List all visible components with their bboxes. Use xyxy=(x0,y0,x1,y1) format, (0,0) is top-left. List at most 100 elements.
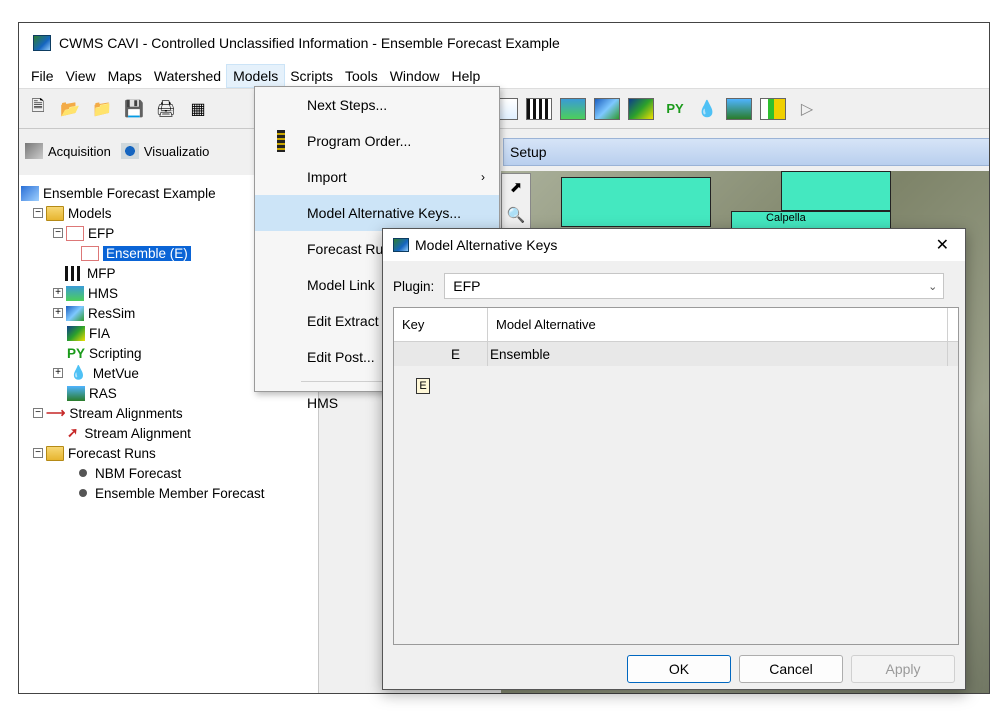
print-icon[interactable]: 🖨 xyxy=(153,96,179,122)
table-row[interactable]: E Ensemble xyxy=(394,342,958,366)
tab-visualization-label: Visualizatio xyxy=(143,143,210,159)
menu-item-import[interactable]: Import › xyxy=(255,159,499,195)
folder-icon[interactable]: 📁 xyxy=(89,96,115,122)
map-region xyxy=(561,177,711,227)
expand-toggle-icon[interactable]: + xyxy=(53,288,63,298)
collapse-toggle-icon[interactable]: − xyxy=(33,408,43,418)
play-icon[interactable]: ▷ xyxy=(794,96,820,122)
hms-icon xyxy=(66,285,84,301)
tree-ensemble-member-forecast[interactable]: Ensemble Member Forecast xyxy=(19,483,318,503)
tree-forecast-runs[interactable]: − Forecast Runs xyxy=(19,443,318,463)
menu-file[interactable]: File xyxy=(25,65,60,87)
stream-alignments-icon: ⟶ xyxy=(46,405,66,420)
tab-acquisition-label: Acquisition xyxy=(48,143,111,159)
plugin-select[interactable]: EFP ⌄ xyxy=(444,273,945,299)
menu-item-label: HMS xyxy=(307,395,339,411)
menu-tools[interactable]: Tools xyxy=(339,65,384,87)
ok-button[interactable]: OK xyxy=(627,655,731,683)
folder-icon xyxy=(46,445,64,461)
tree-stream-alignment-label: Stream Alignment xyxy=(84,425,191,441)
menu-item-program-order[interactable]: Program Order... xyxy=(255,123,499,159)
tree-metvue-label: MetVue xyxy=(92,365,139,381)
tree-efp-label: EFP xyxy=(88,225,115,241)
open-icon[interactable]: 📂 xyxy=(57,96,83,122)
apply-button[interactable]: Apply xyxy=(851,655,955,683)
fia-plugin-icon[interactable] xyxy=(628,97,654,120)
menu-watershed[interactable]: Watershed xyxy=(148,65,227,87)
app-icon xyxy=(33,35,51,51)
magnifier-chart-icon xyxy=(120,143,139,159)
menu-window[interactable]: Window xyxy=(384,65,446,87)
satellite-icon xyxy=(25,143,43,159)
dialog-title: Model Alternative Keys xyxy=(415,237,558,253)
collapse-toggle-icon[interactable]: − xyxy=(33,448,43,458)
menu-item-next-steps[interactable]: Next Steps... xyxy=(255,87,499,123)
keys-table: Key Model Alternative E Ensemble E xyxy=(393,307,959,645)
tree-fia-label: FIA xyxy=(89,325,111,341)
cell-alternative[interactable]: Ensemble xyxy=(488,342,948,366)
chart-plugin-icon[interactable] xyxy=(760,97,786,120)
plugin-selected-value: EFP xyxy=(453,278,481,294)
new-icon[interactable]: 🗎 xyxy=(25,96,51,122)
menu-item-label: Program Order... xyxy=(307,133,412,149)
menu-scripts[interactable]: Scripts xyxy=(284,65,339,87)
menu-models[interactable]: Models xyxy=(226,63,286,88)
save-icon[interactable]: 💾 xyxy=(121,96,147,122)
setup-label: Setup xyxy=(510,144,547,160)
menu-maps[interactable]: Maps xyxy=(102,65,148,87)
menu-item-label: Model Link xyxy=(307,277,375,293)
tree-nbm-forecast[interactable]: NBM Forecast xyxy=(19,463,318,483)
metvue-plugin-icon[interactable]: 💧 xyxy=(694,96,720,122)
hms-plugin-icon[interactable] xyxy=(560,97,586,120)
study-icon xyxy=(21,185,39,201)
forecast-run-icon xyxy=(79,469,87,477)
scripting-plugin-icon[interactable]: PY xyxy=(662,96,688,122)
column-header-model-alternative[interactable]: Model Alternative xyxy=(488,308,948,341)
network-icon[interactable]: ▦ xyxy=(185,96,211,122)
tab-acquisition[interactable]: Acquisition xyxy=(25,143,111,159)
menu-item-label: Next Steps... xyxy=(307,97,388,113)
plugin-label: Plugin: xyxy=(393,278,435,294)
dialog-title-bar[interactable]: Model Alternative Keys ✕ xyxy=(383,229,965,261)
collapse-toggle-icon[interactable]: − xyxy=(53,228,63,238)
ras-plugin-icon[interactable] xyxy=(726,97,752,120)
setup-tab-bar[interactable]: Setup xyxy=(503,138,989,166)
cell-key[interactable]: E xyxy=(394,342,488,366)
close-icon[interactable]: ✕ xyxy=(936,235,949,255)
fia-icon xyxy=(67,325,85,341)
zoom-icon[interactable]: 🔍 xyxy=(502,202,530,230)
stream-alignment-icon: ➚ xyxy=(67,425,79,440)
menu-view[interactable]: View xyxy=(60,65,102,87)
menu-item-label: Import xyxy=(307,169,347,185)
tree-root-label: Ensemble Forecast Example xyxy=(43,185,216,201)
dialog-buttons: OK Cancel Apply xyxy=(619,655,955,683)
expand-toggle-icon[interactable]: + xyxy=(53,308,63,318)
tree-ras-label: RAS xyxy=(89,385,117,401)
folder-icon xyxy=(46,205,64,221)
tree-models-label: Models xyxy=(68,205,112,221)
map-region xyxy=(781,171,891,211)
tab-visualization[interactable]: Visualizatio xyxy=(120,143,210,159)
plugin-row: Plugin: EFP ⌄ xyxy=(393,273,945,299)
mfp-plugin-icon[interactable] xyxy=(526,97,552,120)
menu-bar: File View Maps Watershed Models Scripts … xyxy=(19,63,989,89)
tree-stream-alignment[interactable]: ➚ Stream Alignment xyxy=(19,423,318,443)
tree-ressim-label: ResSim xyxy=(88,305,136,321)
ressim-plugin-icon[interactable] xyxy=(594,97,620,120)
ressim-icon xyxy=(66,305,84,321)
tab-strip: Acquisition Visualizatio xyxy=(19,135,259,167)
menu-help[interactable]: Help xyxy=(446,65,487,87)
expand-toggle-icon[interactable]: + xyxy=(53,368,63,378)
tree-stream-alignments-label: Stream Alignments xyxy=(69,405,183,421)
key-chip: E xyxy=(416,378,430,394)
column-header-key[interactable]: Key xyxy=(394,308,488,341)
mfp-icon xyxy=(65,265,83,281)
menu-item-model-alternative-keys[interactable]: Model Alternative Keys... xyxy=(255,195,499,231)
pointer-icon[interactable]: ⬈ xyxy=(502,174,530,202)
cancel-button[interactable]: Cancel xyxy=(739,655,843,683)
tree-mfp-label: MFP xyxy=(87,265,116,281)
scripting-icon: PY xyxy=(67,345,86,361)
collapse-toggle-icon[interactable]: − xyxy=(33,208,43,218)
chevron-down-icon: ⌄ xyxy=(928,280,938,293)
program-order-icon xyxy=(277,130,285,152)
